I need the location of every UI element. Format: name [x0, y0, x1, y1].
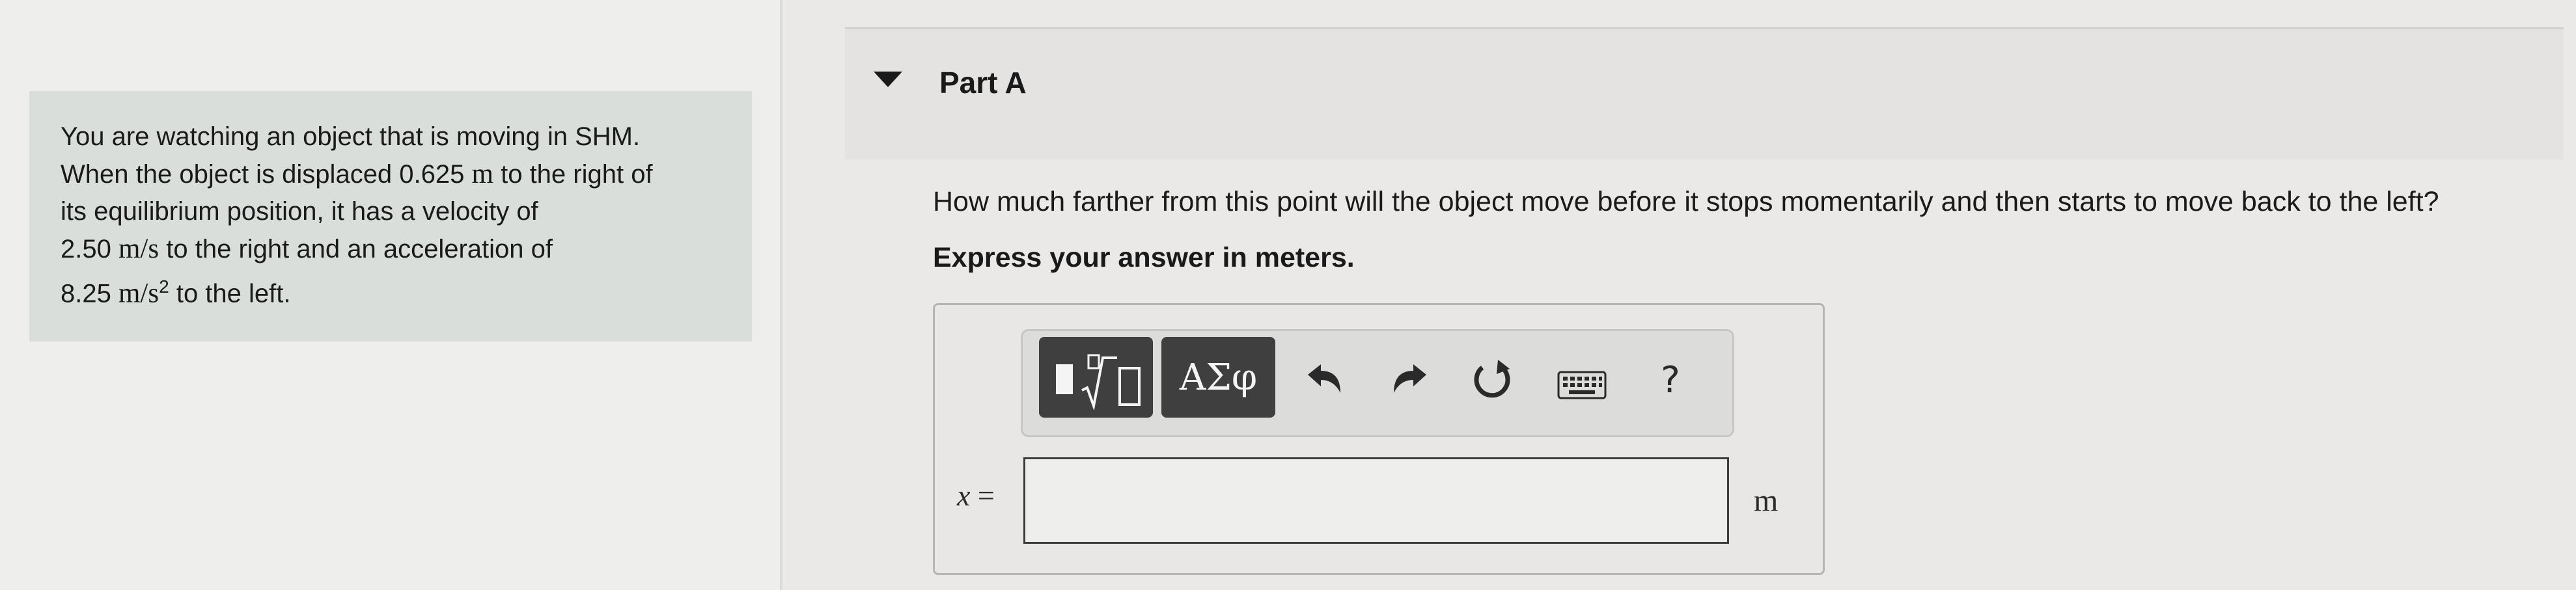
part-title[interactable]: Part A — [939, 65, 1027, 100]
problem-line-4: 2.50 m/s to the right and an acceleratio… — [61, 234, 553, 264]
part-header[interactable] — [845, 27, 2564, 159]
problem-line-3: its equilibrium position, it has a veloc… — [61, 197, 538, 226]
reset-icon[interactable] — [1466, 353, 1518, 405]
answer-variable-label: x = — [957, 479, 995, 512]
instruction-text: Express your answer in meters. — [933, 242, 1355, 273]
problem-line-1: You are watching an object that is movin… — [61, 122, 641, 151]
undo-icon[interactable] — [1299, 353, 1351, 405]
question-text: How much farther from this point will th… — [933, 186, 2439, 217]
templates-sqrt-icon — [1081, 354, 1141, 410]
keyboard-icon[interactable] — [1556, 359, 1608, 411]
answer-input[interactable] — [1023, 457, 1729, 544]
templates-button[interactable] — [1039, 337, 1153, 418]
help-button[interactable]: ? — [1644, 354, 1697, 406]
problem-statement: You are watching an object that is movin… — [29, 91, 752, 342]
problem-line-5: 8.25 m/s2 to the left. — [61, 276, 291, 309]
redo-icon[interactable] — [1383, 353, 1435, 405]
symbols-button[interactable]: ΑΣφ — [1161, 337, 1275, 418]
templates-block-icon — [1056, 364, 1073, 394]
problem-line-2: When the object is displaced 0.625 m to … — [61, 159, 653, 189]
answer-unit-label: m — [1754, 483, 1779, 518]
collapse-triangle-icon[interactable] — [874, 72, 902, 87]
